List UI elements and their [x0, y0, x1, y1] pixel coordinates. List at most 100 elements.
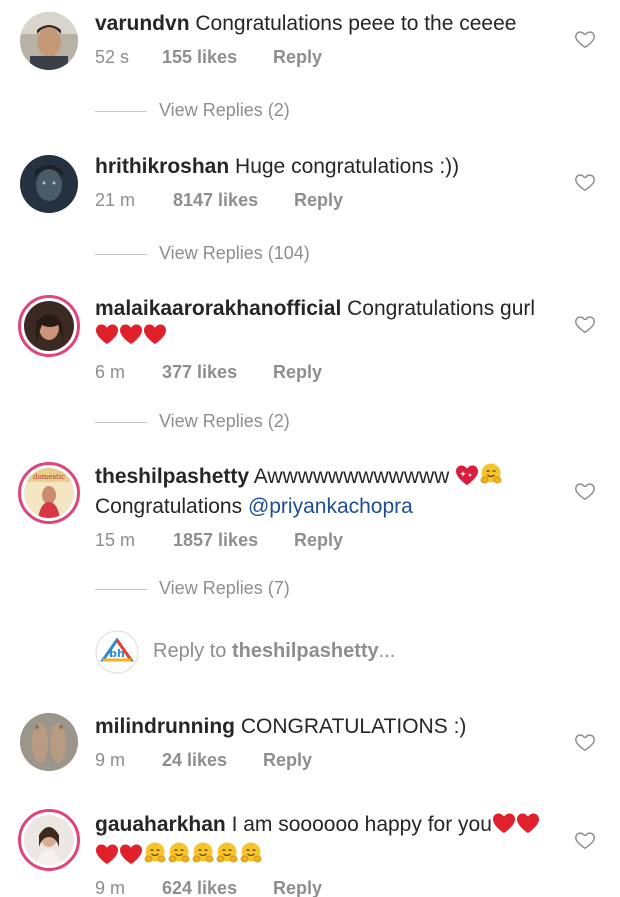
comment-message-line2: Congratulations [95, 495, 243, 518]
hugging-face-icon [479, 462, 503, 486]
likes-count[interactable]: 155 likes [162, 47, 268, 68]
comment-text: hrithikroshan Huge congratulations :)) [95, 153, 560, 180]
like-heart-icon[interactable] [574, 731, 596, 753]
view-replies-label: View Replies (7) [159, 578, 290, 598]
view-replies-label: View Replies (104) [159, 243, 310, 263]
svg-text:bh: bh [109, 647, 125, 660]
comment-message: Congratulations gurl [347, 297, 536, 320]
red-heart-icon [95, 843, 119, 865]
comment-body: milindrunning CONGRATULATIONS :) 9 m 24 … [95, 713, 560, 771]
likes-count[interactable]: 24 likes [162, 750, 258, 771]
comment-body: gauaharkhan I am soooooo happy for you 9… [95, 811, 560, 897]
comment-meta: 9 m 24 likes Reply [95, 750, 560, 771]
view-replies-link[interactable]: View Replies (104) [95, 243, 310, 264]
comment-body: theshilpashetty Awwwwwwwwwwww Congratula… [95, 462, 560, 551]
like-heart-icon[interactable] [574, 28, 596, 50]
hugging-face-icon [215, 841, 239, 865]
avatar[interactable] [20, 12, 78, 70]
likes-count[interactable]: 8147 likes [173, 190, 289, 211]
comment-meta: 9 m 624 likes Reply [95, 878, 560, 897]
red-heart-emoji-group [95, 323, 167, 352]
comment-time: 9 m [95, 878, 126, 897]
comment-time: 6 m [95, 362, 126, 382]
comment-time: 9 m [95, 750, 126, 770]
red-heart-icon [95, 323, 119, 345]
comment-time: 15 m [95, 530, 136, 550]
like-heart-icon[interactable] [574, 313, 596, 335]
reply-target: theshilpashetty [231, 640, 379, 662]
avatar-photo [24, 815, 74, 865]
avatar[interactable] [18, 295, 80, 357]
comment-text: theshilpashetty Awwwwwwwwwwww Congratula… [95, 462, 560, 520]
username[interactable]: hrithikroshan [95, 155, 229, 178]
red-heart-icon [119, 843, 143, 865]
like-heart-icon[interactable] [574, 829, 596, 851]
comment-message: I am soooooo happy for you [231, 813, 492, 836]
likes-count[interactable]: 1857 likes [173, 530, 289, 551]
comment-message: Huge congratulations :)) [235, 155, 460, 178]
comment-body: malaikaarorakhanofficial Congratulations… [95, 295, 560, 383]
username[interactable]: malaikaarorakhanofficial [95, 297, 341, 320]
comment-body: hrithikroshan Huge congratulations :)) 2… [95, 153, 560, 211]
bh-logo-avatar-icon: bh [95, 630, 139, 674]
username[interactable]: milindrunning [95, 715, 235, 738]
emoji-group [455, 462, 503, 493]
emoji-row [95, 841, 263, 872]
divider-line [95, 253, 147, 255]
like-heart-icon[interactable] [574, 480, 596, 502]
red-heart-icon [516, 812, 540, 834]
hugging-face-icon [167, 841, 191, 865]
username[interactable]: varundvn [95, 12, 190, 35]
divider-line [95, 588, 147, 590]
likes-count[interactable]: 377 likes [162, 362, 268, 383]
view-replies-label: View Replies (2) [159, 411, 290, 431]
svg-text:domestic: domestic [33, 473, 65, 481]
red-heart-icon [492, 812, 516, 834]
comment-meta: 15 m 1857 likes Reply [95, 530, 560, 551]
reply-input-placeholder[interactable]: Reply to theshilpashetty... [153, 640, 395, 663]
comment-meta: 52 s 155 likes Reply [95, 47, 560, 68]
avatar[interactable] [20, 713, 78, 771]
avatar[interactable] [20, 155, 78, 213]
hugging-face-icon [239, 841, 263, 865]
red-heart-emoji-group [492, 812, 540, 841]
comment-message: Awwwwwwwwwwww [253, 465, 450, 488]
hugging-face-icon [191, 841, 215, 865]
reply-button[interactable]: Reply [273, 47, 322, 68]
view-replies-link[interactable]: View Replies (2) [95, 411, 290, 432]
username[interactable]: gauaharkhan [95, 813, 226, 836]
comment-time: 21 m [95, 190, 136, 210]
comment-meta: 21 m 8147 likes Reply [95, 190, 560, 211]
view-replies-link[interactable]: View Replies (2) [95, 100, 290, 121]
comment-message: Congratulations peee to the ceeee [195, 12, 517, 35]
mention-link[interactable]: @priyankachopra [248, 495, 413, 518]
sparkling-heart-icon [455, 464, 479, 486]
comment-meta: 6 m 377 likes Reply [95, 362, 560, 383]
view-replies-link[interactable]: View Replies (7) [95, 578, 290, 599]
likes-count[interactable]: 624 likes [162, 878, 268, 897]
reply-suffix: ... [378, 640, 396, 662]
reply-button[interactable]: Reply [273, 362, 322, 383]
comment-text: varundvn Congratulations peee to the cee… [95, 10, 560, 37]
view-replies-label: View Replies (2) [159, 100, 290, 120]
reply-button[interactable]: Reply [294, 530, 343, 551]
avatar-photo [24, 301, 74, 351]
username[interactable]: theshilpashetty [95, 465, 249, 488]
divider-line [95, 421, 147, 423]
like-heart-icon[interactable] [574, 171, 596, 193]
avatar[interactable] [18, 809, 80, 871]
reply-button[interactable]: Reply [263, 750, 312, 771]
hugging-face-icon [143, 841, 167, 865]
comment-text: gauaharkhan I am soooooo happy for you [95, 811, 560, 872]
reply-input-bar[interactable]: bh Reply to theshilpashetty... [95, 630, 515, 676]
reply-button[interactable]: Reply [294, 190, 343, 211]
avatar[interactable]: domestic [18, 462, 80, 524]
reply-button[interactable]: Reply [273, 878, 322, 897]
red-heart-icon [143, 323, 167, 345]
comment-text: malaikaarorakhanofficial Congratulations… [95, 295, 560, 352]
red-heart-icon [119, 323, 143, 345]
reply-prefix: Reply to [153, 640, 232, 662]
divider-line [95, 110, 147, 112]
comment-text: milindrunning CONGRATULATIONS :) [95, 713, 560, 740]
comment-body: varundvn Congratulations peee to the cee… [95, 10, 560, 68]
